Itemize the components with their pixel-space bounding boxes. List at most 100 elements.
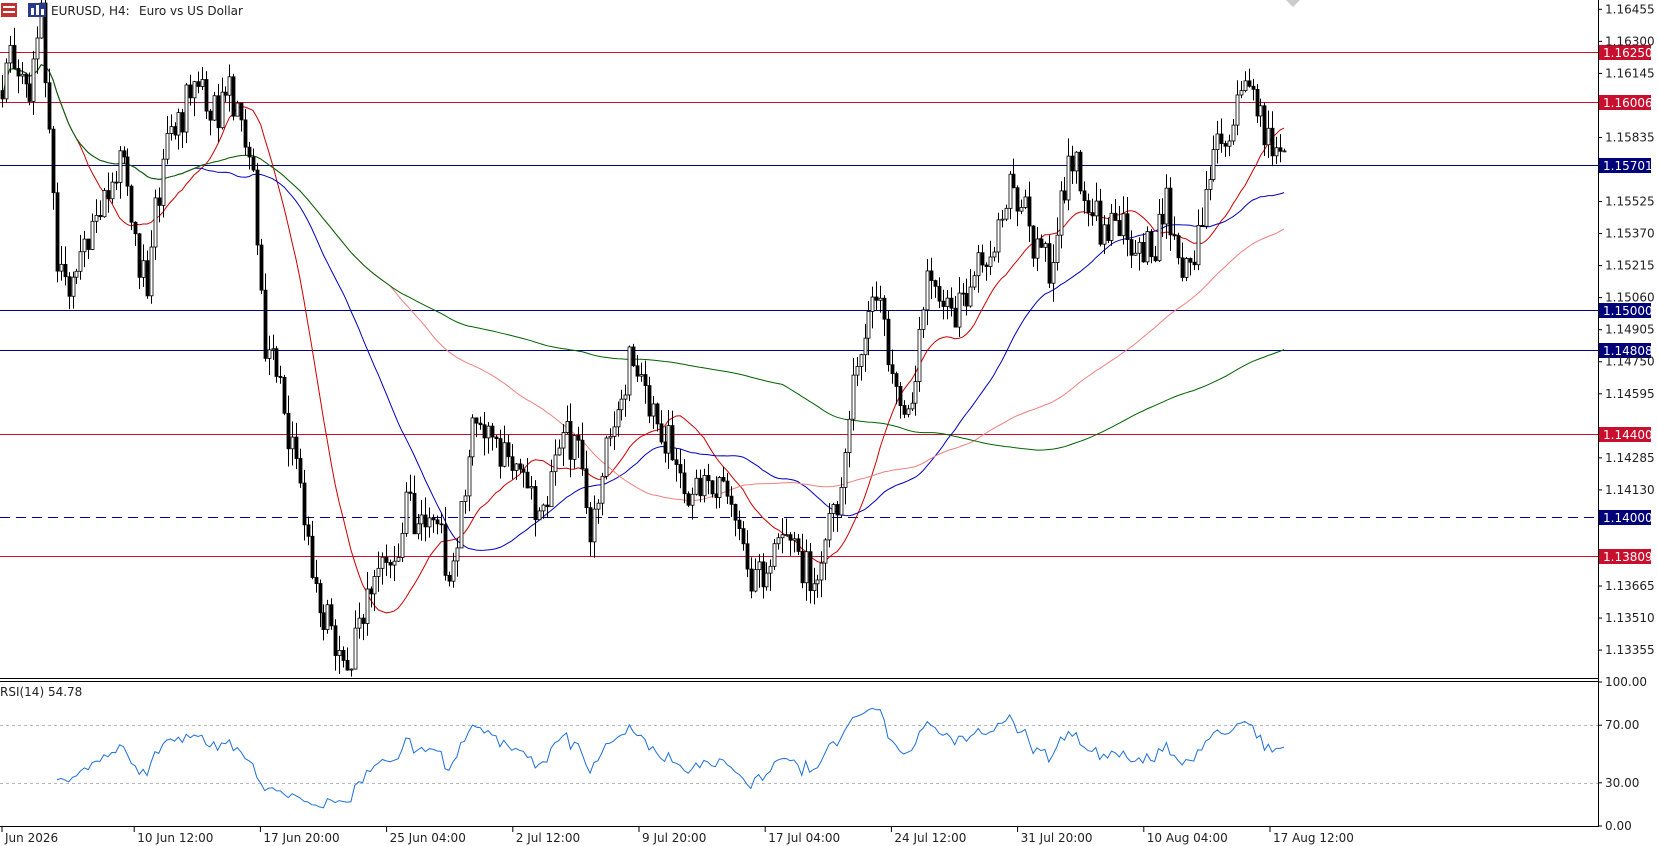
candle-body-48 xyxy=(188,84,193,99)
candle-body-251 xyxy=(984,264,989,267)
candle-body-226 xyxy=(886,318,891,366)
candle-body-323 xyxy=(1266,127,1271,146)
time-axis[interactable]: Jun 2026 10 Jun 12:00 17 Jun 20:00 25 Jun 0… xyxy=(1,827,1354,845)
candle-body-27 xyxy=(106,190,111,200)
candle-body-295 xyxy=(1157,213,1162,262)
candle-body-208 xyxy=(815,579,820,585)
candle-body-169 xyxy=(663,441,668,454)
level-label-3: 1.15000 xyxy=(1603,304,1653,318)
candle-body-101 xyxy=(396,557,401,562)
price-tick-label-4: 1.15525 xyxy=(1605,195,1655,209)
candle-body-289 xyxy=(1133,252,1138,256)
candle-body-161 xyxy=(631,346,636,367)
candle-body-259 xyxy=(1015,187,1020,212)
candle-body-110 xyxy=(431,517,436,521)
candle-body-135 xyxy=(529,486,534,489)
candle-body-270 xyxy=(1059,190,1064,236)
candle-body-254 xyxy=(996,219,1001,253)
candle-body-75 xyxy=(294,436,299,459)
candle-body-238 xyxy=(933,280,938,287)
candle-body-5 xyxy=(20,73,25,77)
candle-body-175 xyxy=(686,493,691,506)
price-tick-label-1: 1.16300 xyxy=(1605,34,1655,48)
candle-body-76 xyxy=(298,458,303,484)
menu-icon[interactable] xyxy=(1,3,17,17)
candle-body-197 xyxy=(772,543,777,567)
candle-body-234 xyxy=(917,328,922,382)
candle-body-37 xyxy=(145,260,150,297)
candle-body-216 xyxy=(847,418,852,453)
level-label-6: 1.14000 xyxy=(1603,511,1653,525)
candle-body-316 xyxy=(1239,90,1244,96)
candle-body-280 xyxy=(1098,200,1103,245)
candle-body-201 xyxy=(788,534,793,541)
price-tick-label-12: 1.14130 xyxy=(1605,483,1655,497)
candle-body-28 xyxy=(110,181,115,200)
candle-body-160 xyxy=(627,346,632,396)
candle-body-131 xyxy=(514,463,519,471)
candle-body-117 xyxy=(459,501,464,549)
candle-body-282 xyxy=(1106,224,1111,241)
rsi-tick-label-1: 70.00 xyxy=(1605,718,1639,732)
candle-body-244 xyxy=(957,292,962,328)
candle-body-119 xyxy=(467,456,472,497)
candle-body-325 xyxy=(1274,147,1279,157)
candle-body-102 xyxy=(400,533,405,558)
candle-body-151 xyxy=(592,508,597,543)
candle-body-8 xyxy=(31,58,36,102)
candle-body-187 xyxy=(733,503,738,521)
candle-body-155 xyxy=(608,436,613,439)
price-tick-label-9: 1.14750 xyxy=(1605,355,1655,369)
candle-body-128 xyxy=(502,442,507,467)
time-tick-label-5: 9 Jul 20:00 xyxy=(642,831,706,845)
candle-body-99 xyxy=(388,562,393,566)
candle-body-182 xyxy=(714,493,719,499)
candle-body-69 xyxy=(271,348,276,351)
candle-body-217 xyxy=(851,374,856,420)
candle-body-321 xyxy=(1258,105,1263,117)
rsi-tick-label-2: 30.00 xyxy=(1605,776,1639,790)
candle-body-162 xyxy=(635,365,640,377)
candle-body-264 xyxy=(1035,238,1040,259)
candle-body-237 xyxy=(929,270,934,281)
candle-body-196 xyxy=(768,565,773,574)
candle-body-140 xyxy=(549,471,554,508)
candle-body-164 xyxy=(643,374,648,386)
candle-body-78 xyxy=(306,524,311,537)
candle-body-91 xyxy=(357,617,362,629)
candle-body-268 xyxy=(1051,262,1056,284)
candle-body-207 xyxy=(812,583,817,592)
candle-body-153 xyxy=(600,475,605,504)
candle-body-152 xyxy=(596,502,601,510)
candle-body-213 xyxy=(835,504,840,516)
candle-body-163 xyxy=(639,374,644,377)
candle-body-4 xyxy=(16,68,21,77)
candle-body-315 xyxy=(1235,94,1240,126)
candle-body-16 xyxy=(63,263,68,278)
candle-body-180 xyxy=(706,475,711,482)
price-tick-label-10: 1.14595 xyxy=(1605,387,1655,401)
candle-body-154 xyxy=(604,437,609,477)
candle-body-123 xyxy=(482,424,487,439)
candle-body-310 xyxy=(1215,133,1220,151)
candle-body-156 xyxy=(612,426,617,437)
candle-body-305 xyxy=(1196,225,1201,266)
candle-body-284 xyxy=(1113,212,1118,221)
candle-body-291 xyxy=(1141,241,1146,263)
price-tick-label-14: 1.13510 xyxy=(1605,611,1655,625)
candle-body-116 xyxy=(455,547,460,562)
price-tick-label-6: 1.15215 xyxy=(1605,259,1655,273)
candle-body-220 xyxy=(863,337,868,356)
candle-body-31 xyxy=(122,150,127,158)
indicator-pane[interactable] xyxy=(0,682,1598,826)
candle-body-247 xyxy=(968,286,973,307)
price-pane[interactable] xyxy=(0,0,1598,678)
candle-body-299 xyxy=(1172,234,1177,237)
candle-body-276 xyxy=(1082,190,1087,202)
candle-body-56 xyxy=(220,91,225,129)
candle-body-14 xyxy=(55,192,60,272)
candle-body-137 xyxy=(537,510,542,521)
candle-body-252 xyxy=(988,256,993,267)
candle-body-33 xyxy=(129,185,134,223)
candle-body-24 xyxy=(94,214,99,222)
